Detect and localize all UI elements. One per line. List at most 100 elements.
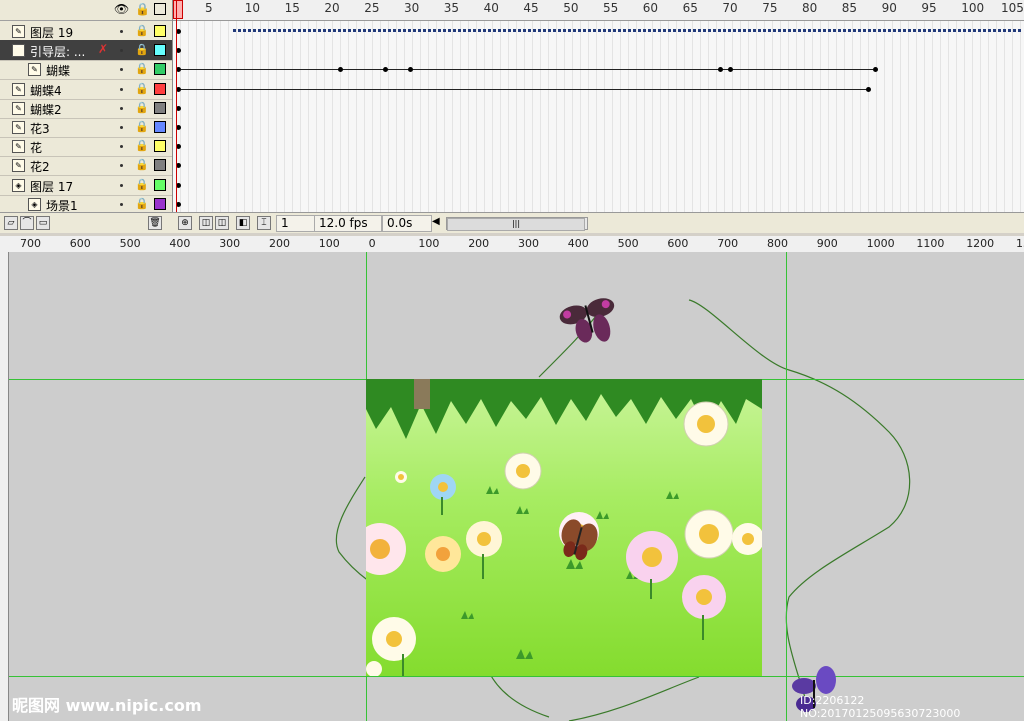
frame-row[interactable] [173,59,1024,81]
frame-row[interactable] [173,40,1024,62]
frame-number: 55 [603,1,619,15]
butterfly-top[interactable] [554,287,624,357]
frame-row[interactable] [173,97,1024,119]
timeline-panel: 👁 🔒 ✎ 图层 19 🔒 ⌒ 引导层: ... ✗ 🔒 ✎ 蝴蝶 🔒 ✎ 蝴蝶4 🔒 ✎ 蝴蝶2 🔒 ✎ 花3 🔒… [0,0,1024,233]
scroll-left-icon[interactable]: ◀ [432,216,440,227]
keyframe[interactable] [728,67,733,73]
keyframe[interactable] [866,86,871,92]
visibility-dot[interactable] [120,164,123,168]
keyframe[interactable] [873,67,878,73]
onion-markers-icon[interactable]: ⌶ [257,216,271,230]
visibility-dot[interactable] [120,87,123,91]
playhead-handle[interactable] [173,0,183,19]
frame-row[interactable] [173,155,1024,177]
frame-row[interactable] [173,136,1024,158]
lock-icon[interactable]: 🔒 [135,197,149,210]
flower-2 [504,452,542,490]
frame-rate[interactable]: 12.0 fps [314,215,382,232]
outline-color-swatch[interactable] [154,63,166,76]
layer-name[interactable]: 图层 19 [30,24,73,41]
frame-ruler[interactable]: 5 10 15 20 25 30 35 40 45 50 55 60 65 70 75 80 85 90 95 100… [173,0,1024,21]
layer-name[interactable]: 蝴蝶2 [30,101,62,118]
keyframe[interactable] [338,67,343,73]
frame-area[interactable]: 5 10 15 20 25 30 35 40 45 50 55 60 65 70 75 80 85 90 95 100… [173,0,1024,212]
layer-name[interactable]: 蝴蝶4 [30,82,62,99]
frame-number: 5 [205,1,213,15]
visibility-dot[interactable] [120,126,123,129]
outline-color-swatch[interactable] [154,178,166,191]
frame-number: 70 [722,1,738,15]
center-frame-icon[interactable]: ⊕ [178,216,192,230]
frame-number: 45 [523,1,539,15]
visibility-dot[interactable] [120,68,123,72]
lock-icon[interactable]: 🔒 [135,62,149,75]
frame-row[interactable] [173,21,1024,42]
timeline-scrollbar[interactable]: ||| [446,217,588,231]
lock-icon[interactable]: 🔒 [135,24,149,37]
layer-name[interactable]: 花 [30,139,42,156]
outline-color-swatch[interactable] [154,140,166,153]
layer-name[interactable]: 图层 17 [30,178,73,195]
onion-skin-icon[interactable]: ◫ [199,216,213,230]
flower-4 [395,471,407,483]
outline-color-swatch[interactable] [154,25,166,37]
outline-icon[interactable] [154,3,166,15]
layer-row[interactable]: ◈ 图层 17 🔒 [0,175,172,196]
lock-icon[interactable]: 🔒 [135,178,149,191]
lock-icon[interactable]: 🔒 [135,82,149,95]
layer-row[interactable]: ✎ 花 🔒 [0,136,172,158]
visibility-dot[interactable] [120,145,123,149]
layer-name[interactable]: 花2 [30,158,50,175]
outline-color-swatch[interactable] [154,82,166,95]
outline-color-swatch[interactable] [154,121,166,133]
add-guide-icon[interactable]: ⌒ [20,216,34,230]
lock-icon[interactable]: 🔒 [135,158,149,171]
layer-row[interactable]: ✎ 花2 🔒 [0,155,172,177]
layer-type-icon: ✎ [12,140,25,154]
scrollbar-thumb[interactable]: ||| [447,218,585,231]
layer-name[interactable]: 花3 [30,120,50,137]
keyframe[interactable] [408,67,413,73]
layer-row[interactable]: ⌒ 引导层: ... ✗ 🔒 [0,40,172,62]
outline-color-swatch[interactable] [154,101,166,114]
insert-layer-icon[interactable]: ▱ [4,216,18,230]
layer-row[interactable]: ✎ 蝴蝶4 🔒 [0,79,172,100]
visibility-dot[interactable] [120,183,123,187]
lock-icon[interactable]: 🔒 [135,139,149,152]
outline-color-swatch[interactable] [154,159,166,172]
visibility-dot[interactable] [120,49,123,53]
eye-icon[interactable]: 👁 [114,2,129,16]
frame-row[interactable] [173,193,1024,212]
keyframe[interactable] [383,67,388,73]
guide-line-right[interactable] [786,252,787,721]
frame-row[interactable] [173,78,1024,100]
onion-outline-icon[interactable]: ◫ [215,216,229,230]
visibility-dot[interactable] [120,202,123,206]
work-area[interactable] [9,252,1024,721]
visibility-dot[interactable] [120,30,123,33]
frame-row[interactable] [173,174,1024,196]
stage-canvas[interactable] [366,379,762,676]
layer-row[interactable]: ✎ 蝴蝶 🔒 [0,59,172,81]
keyframe[interactable] [718,67,723,73]
pencil-hide-icon[interactable]: ✗ [98,42,108,56]
layer-row[interactable]: ✎ 蝴蝶2 🔒 [0,98,172,119]
lock-icon[interactable]: 🔒 [135,120,149,133]
lock-icon[interactable]: 🔒 [135,2,150,16]
layer-row[interactable]: ✎ 图层 19 🔒 [0,21,172,42]
lock-icon[interactable]: 🔒 [135,43,149,56]
outline-color-swatch[interactable] [154,197,166,210]
frame-row[interactable] [173,117,1024,138]
visibility-dot[interactable] [120,106,123,110]
layer-header: 👁 🔒 [0,0,172,21]
layer-name[interactable]: 引导层: ... [30,43,85,60]
layer-name[interactable]: 蝴蝶 [46,62,70,79]
guide-line-bottom[interactable] [9,676,1024,677]
edit-multiple-icon[interactable]: ◧ [236,216,250,230]
outline-color-swatch[interactable] [154,44,166,57]
delete-layer-icon[interactable]: 🗑 [148,216,162,230]
stage-ruler-top: 700 600 500 400 300 200 100 0 100 200 300 400 500 600… [0,236,1024,253]
insert-folder-icon[interactable]: ▭ [36,216,50,230]
layer-row[interactable]: ✎ 花3 🔒 [0,117,172,138]
lock-icon[interactable]: 🔒 [135,101,149,114]
